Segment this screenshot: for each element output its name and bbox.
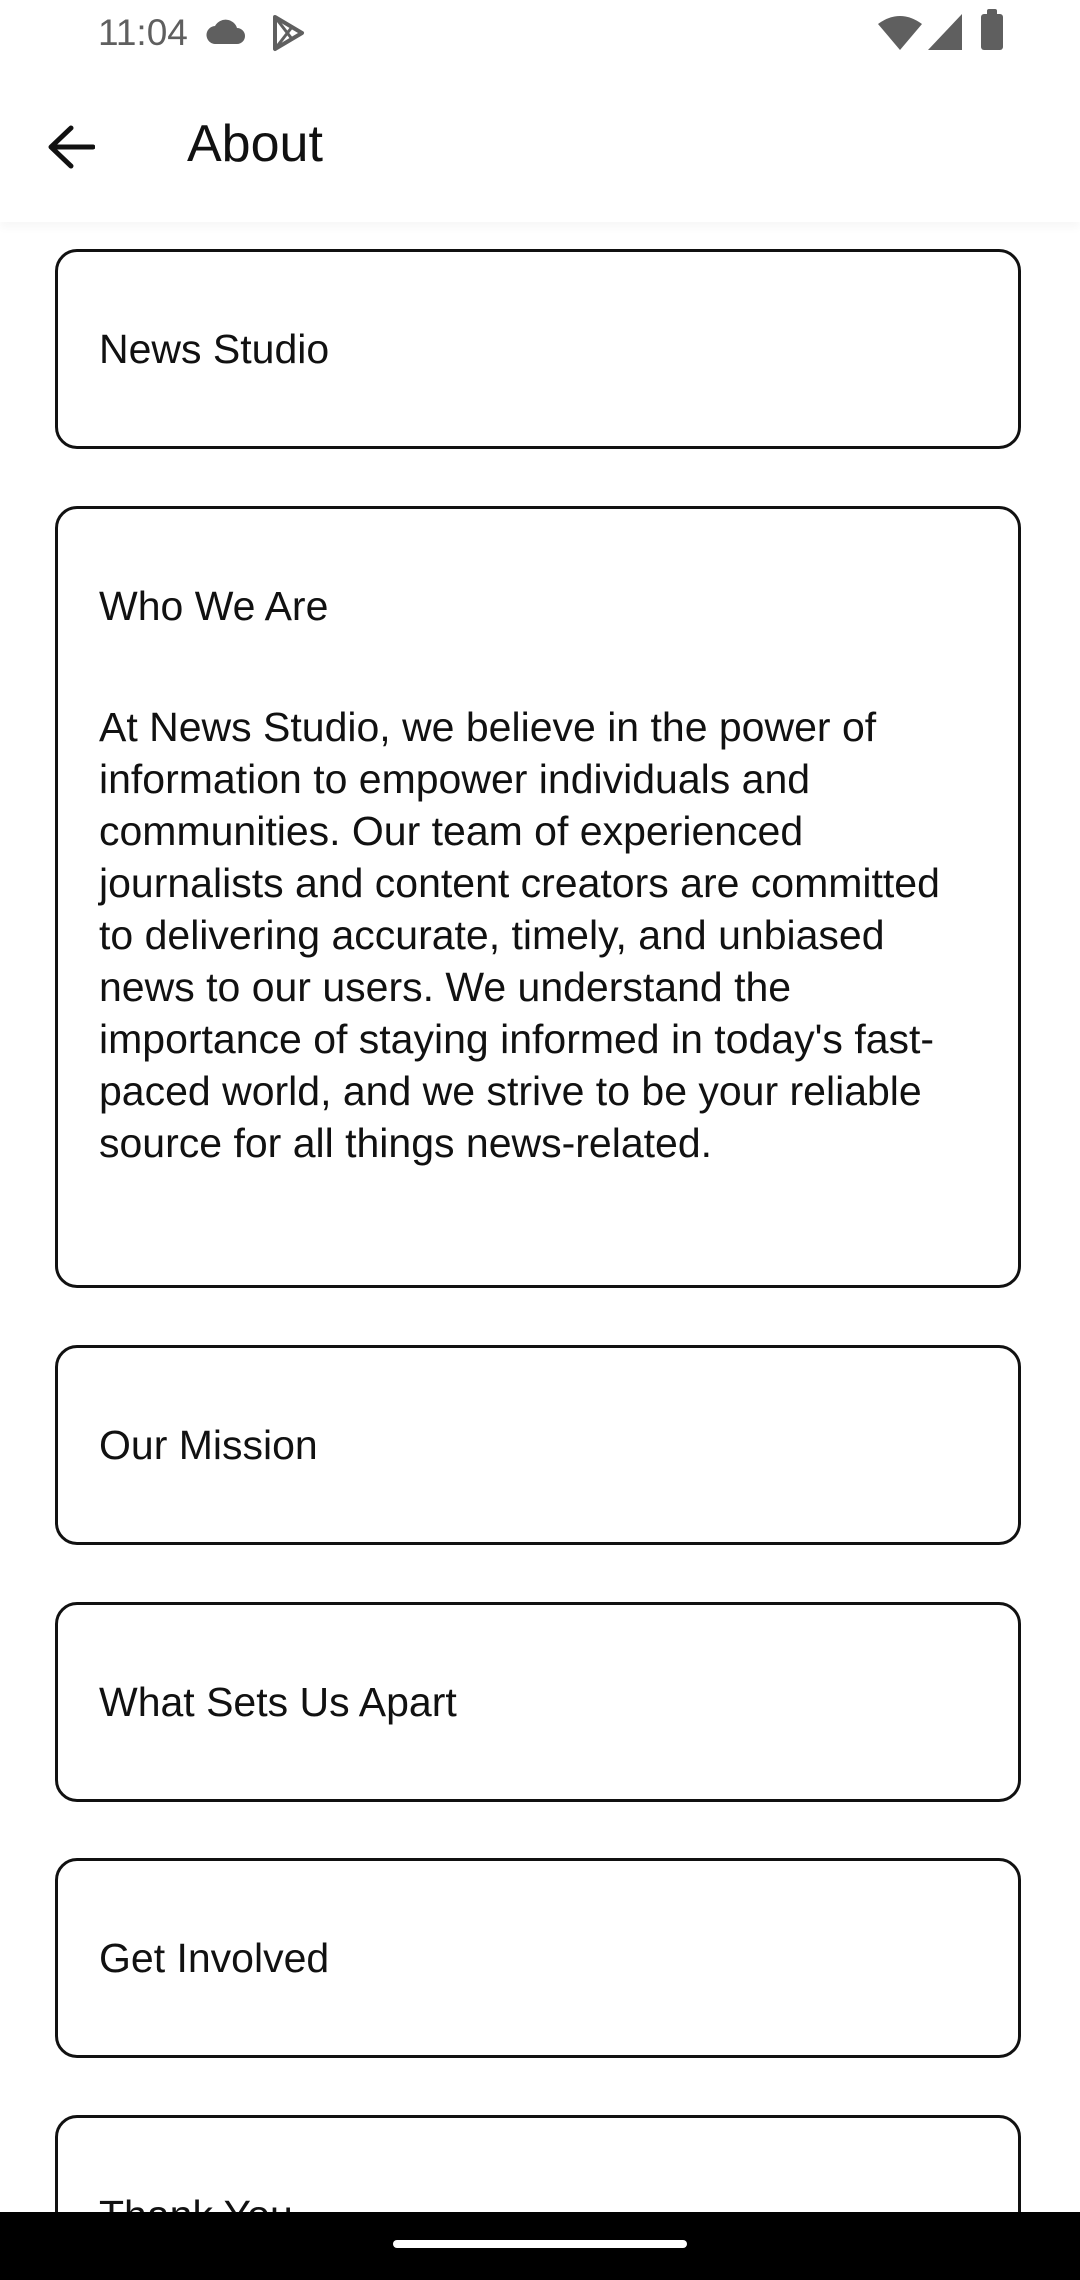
play-store-icon <box>273 15 304 51</box>
section-card-our-mission[interactable]: Our Mission <box>55 1345 1021 1545</box>
back-button[interactable] <box>36 112 106 182</box>
section-card-get-involved[interactable]: Get Involved <box>55 1858 1021 2058</box>
section-title: Who We Are <box>99 583 329 629</box>
section-title: News Studio <box>99 326 330 372</box>
section-title: Our Mission <box>99 1422 318 1468</box>
status-bar: 11:04 <box>0 0 1080 66</box>
section-card-thank-you[interactable]: Thank You <box>55 2115 1021 2212</box>
arrow-left-icon <box>48 125 95 169</box>
section-card-who-we-are[interactable]: Who We Are At News Studio, we believe in… <box>55 506 1021 1288</box>
section-card-news-studio[interactable]: News Studio <box>55 249 1021 449</box>
section-card-what-sets-us-apart[interactable]: What Sets Us Apart <box>55 1602 1021 1802</box>
navigation-bar <box>0 2212 1080 2280</box>
about-sections-list[interactable]: News Studio Who We Are At News Studio, w… <box>0 222 1080 2212</box>
page-title: About <box>187 115 323 173</box>
signal-icon <box>928 14 962 50</box>
cloud-icon <box>206 19 245 44</box>
section-title: Thank You <box>99 2192 293 2212</box>
section-title: Get Involved <box>99 1935 330 1981</box>
app-bar: About <box>0 66 1080 222</box>
status-time: 11:04 <box>98 12 188 53</box>
section-title: What Sets Us Apart <box>99 1679 457 1725</box>
section-body: At News Studio, we believe in the power … <box>99 704 940 1166</box>
home-indicator[interactable] <box>393 2240 687 2248</box>
wifi-icon <box>878 16 922 50</box>
battery-icon <box>981 9 1003 50</box>
